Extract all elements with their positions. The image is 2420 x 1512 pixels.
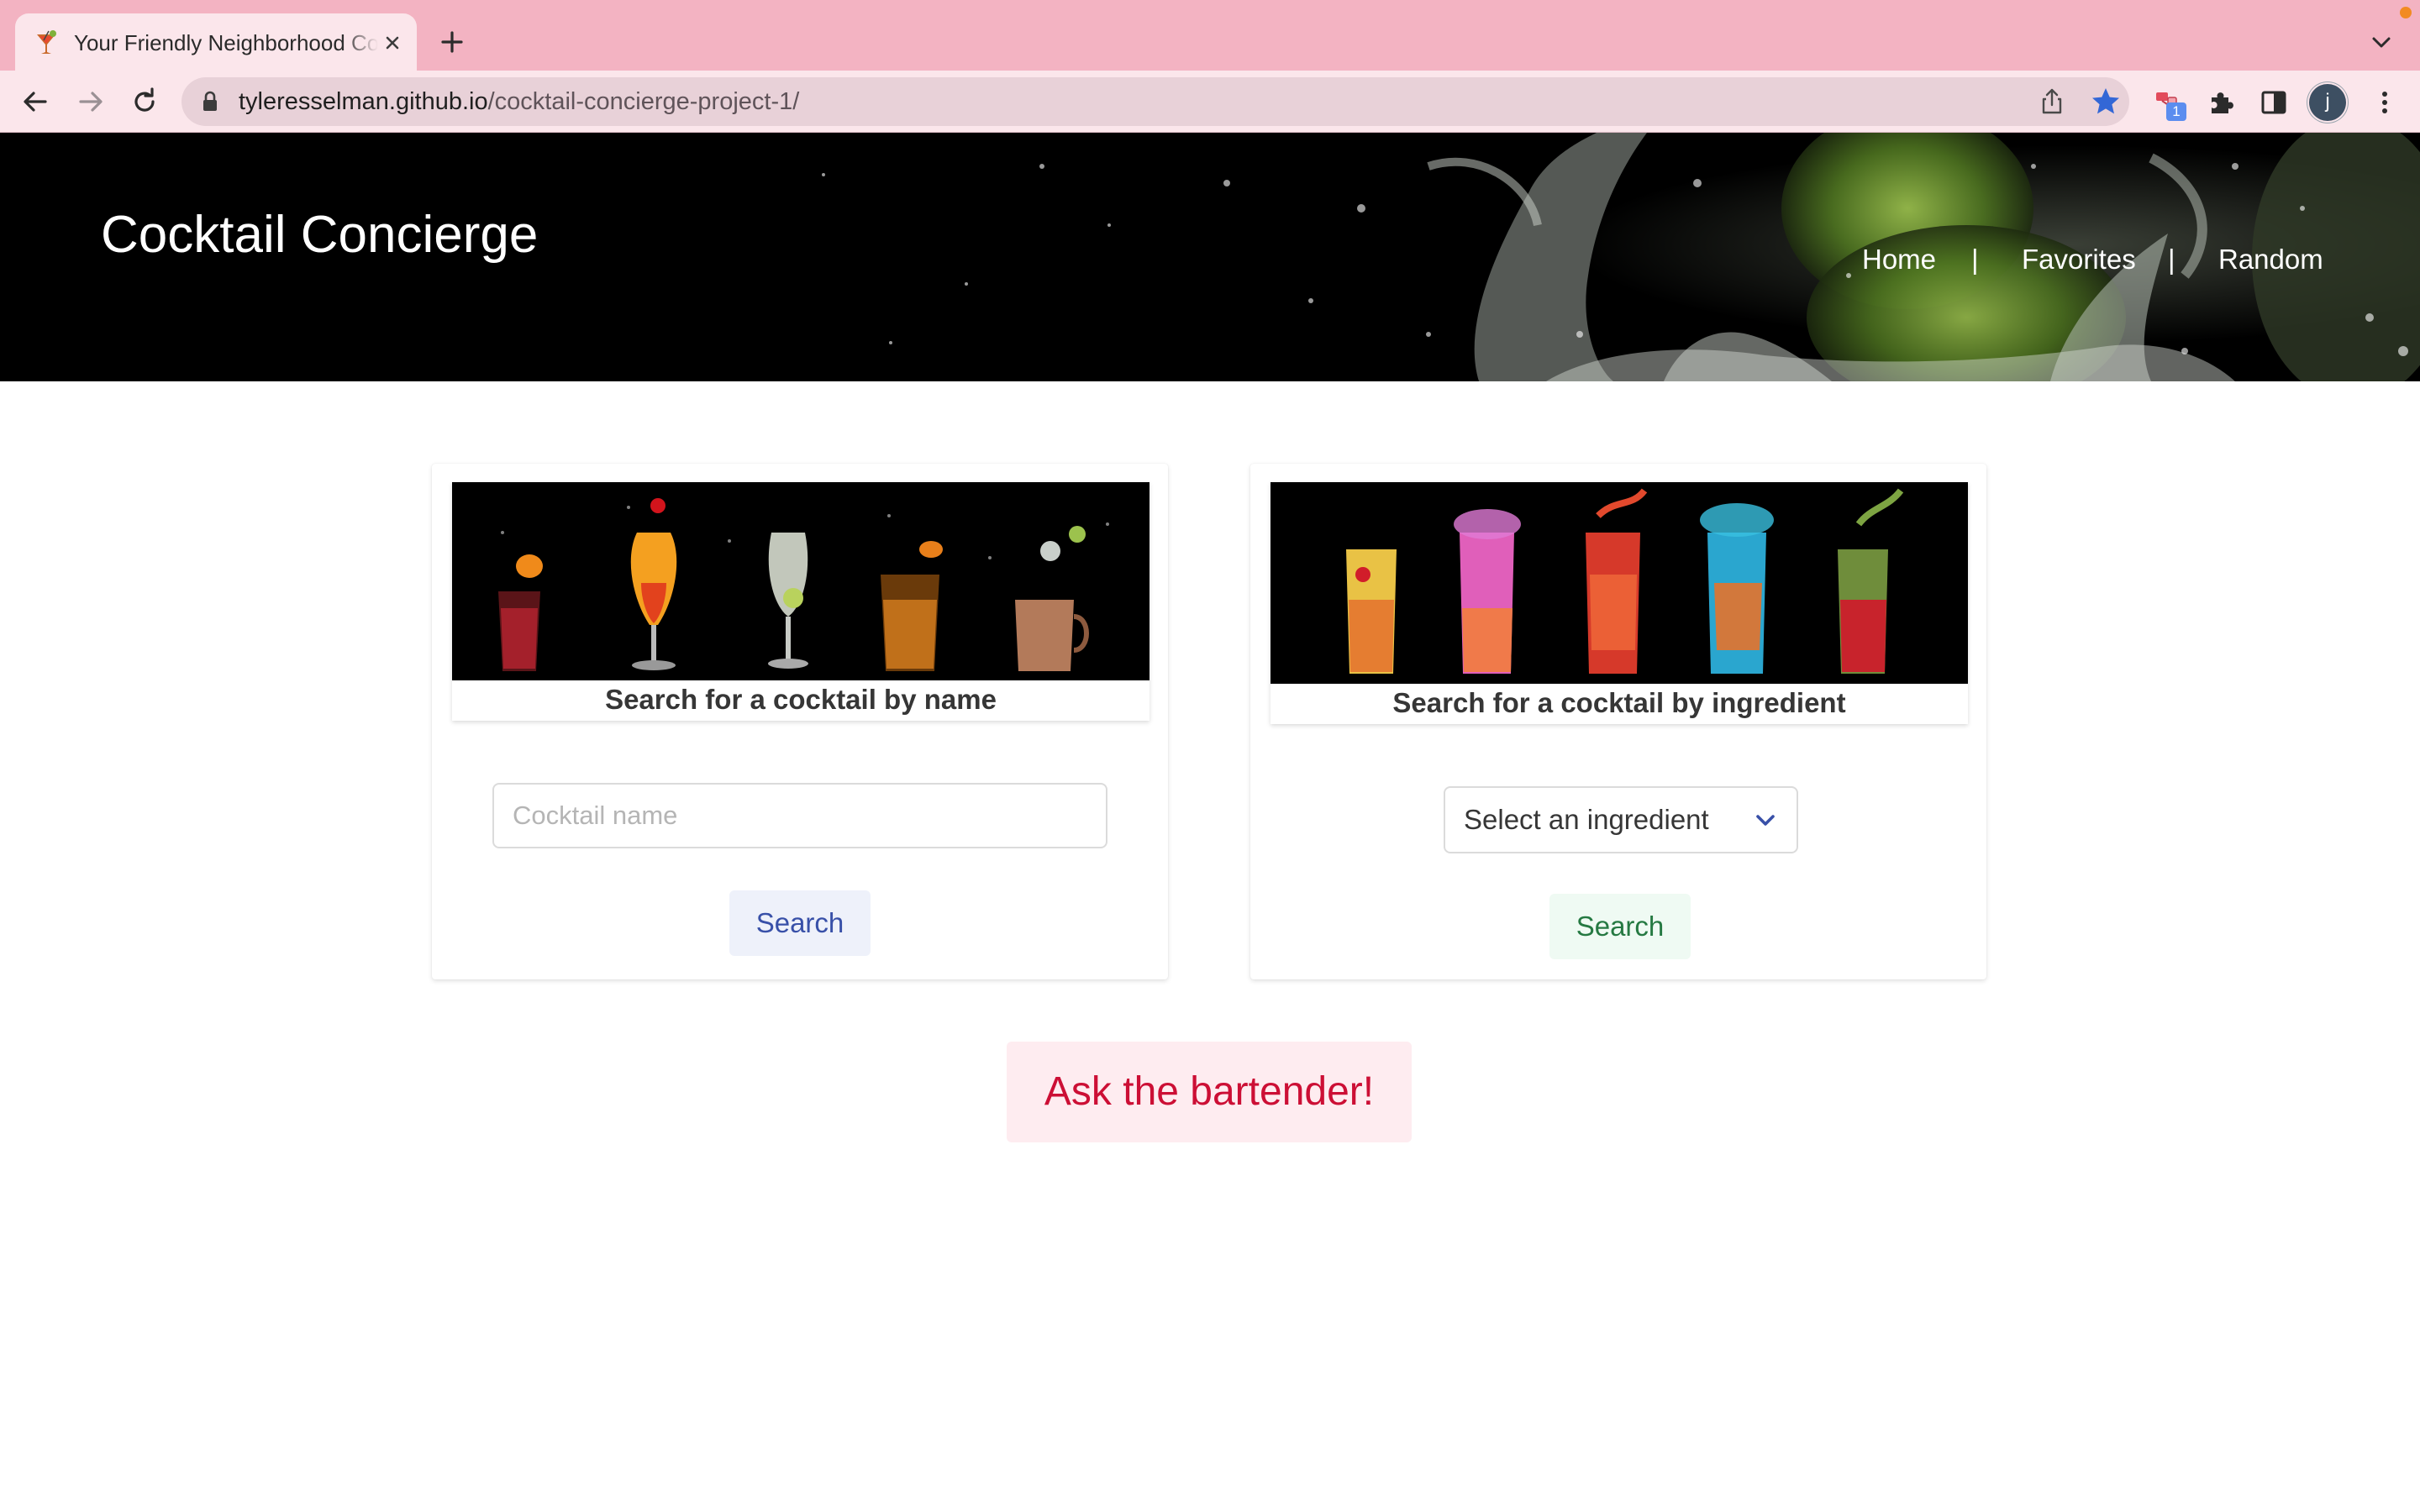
- nav-separator: |: [2168, 244, 2175, 275]
- search-by-ingredient-card: Search for a cocktail by ingredient Sele…: [1250, 464, 1986, 979]
- side-panel-icon[interactable]: [2257, 86, 2291, 119]
- close-icon[interactable]: [378, 29, 407, 57]
- reload-icon[interactable]: [128, 85, 161, 118]
- nav-home-link[interactable]: Home: [1862, 244, 1936, 276]
- hero-header: Cocktail Concierge Home | Favorites | Ra…: [0, 133, 2420, 381]
- browser-toolbar: tyleresselman.github.io/cocktail-concier…: [0, 71, 2420, 133]
- chevron-down-icon: [1756, 815, 1775, 826]
- extension-badge: 1: [2166, 102, 2186, 121]
- url-text[interactable]: tyleresselman.github.io/cocktail-concier…: [239, 77, 799, 126]
- nav-favorites-link[interactable]: Favorites: [2022, 244, 2136, 276]
- cocktail-name-input[interactable]: [492, 783, 1107, 848]
- site-title[interactable]: Cocktail Concierge: [101, 205, 538, 265]
- ask-the-bartender-button[interactable]: Ask the bartender!: [1007, 1042, 1412, 1142]
- browser-tab-strip: Your Friendly Neighborhood Cocktail Conc…: [0, 0, 2420, 71]
- back-arrow-icon[interactable]: [18, 85, 52, 118]
- share-icon[interactable]: [2037, 87, 2067, 117]
- new-tab-plus-icon[interactable]: [435, 25, 469, 59]
- forward-arrow-icon[interactable]: [74, 85, 108, 118]
- search-by-ingredient-figure: Search for a cocktail by ingredient: [1270, 482, 1968, 724]
- nav-random-link[interactable]: Random: [2218, 244, 2323, 276]
- bookmark-star-icon[interactable]: [2089, 85, 2123, 118]
- card-caption: Search for a cocktail by ingredient: [1392, 687, 1846, 718]
- search-by-ingredient-button[interactable]: Search: [1549, 894, 1691, 959]
- search-by-name-button[interactable]: Search: [729, 890, 871, 956]
- kebab-menu-icon[interactable]: [2368, 86, 2402, 119]
- card-caption: Search for a cocktail by name: [605, 684, 997, 715]
- activity-dot: [2400, 7, 2412, 18]
- ingredient-select[interactable]: Select an ingredient: [1444, 786, 1798, 853]
- tab-title: Your Friendly Neighborhood Cocktail Conc…: [74, 30, 378, 55]
- cocktail-glass-icon: [37, 30, 56, 54]
- profile-avatar[interactable]: j: [2309, 84, 2346, 121]
- cocktail-row-image: [452, 482, 1150, 680]
- puzzle-piece-icon[interactable]: [2205, 86, 2238, 119]
- colorful-drinks-image: [1270, 482, 1968, 684]
- lock-icon[interactable]: [198, 90, 222, 113]
- browser-tab-active[interactable]: Your Friendly Neighborhood Cocktail Conc…: [15, 13, 417, 71]
- chevron-down-icon[interactable]: [2366, 27, 2396, 57]
- address-bar[interactable]: tyleresselman.github.io/cocktail-concier…: [182, 77, 2129, 126]
- search-by-name-figure: Search for a cocktail by name: [452, 482, 1150, 721]
- search-by-name-card: Search for a cocktail by name Search: [432, 464, 1168, 979]
- url-path: /cocktail-concierge-project-1/: [487, 88, 800, 115]
- ingredient-select-value: Select an ingredient: [1464, 804, 1709, 835]
- nav-separator: |: [1971, 244, 1979, 275]
- url-host: tyleresselman.github.io: [239, 88, 488, 115]
